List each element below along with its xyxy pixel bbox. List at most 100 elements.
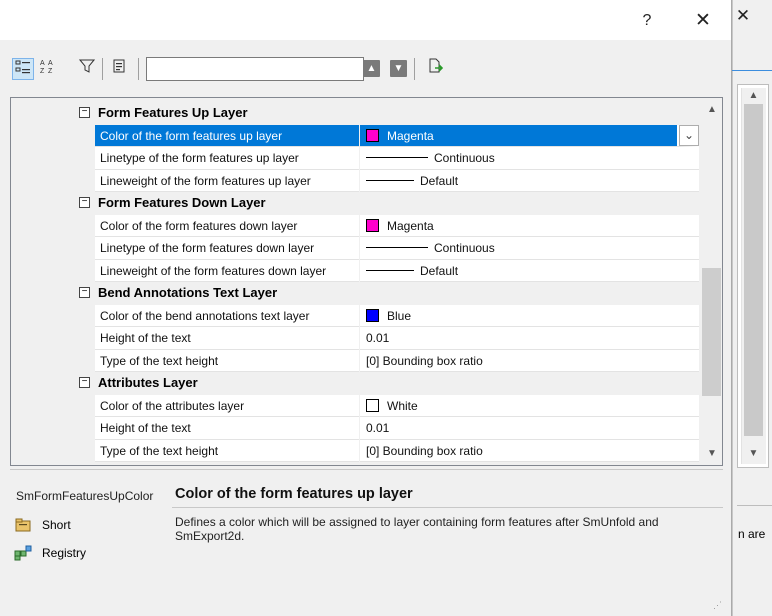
property-value[interactable]: Continuous: [360, 237, 699, 260]
background-separator: [737, 505, 772, 506]
property-value-text: Continuous: [434, 151, 495, 165]
category-row[interactable]: − Form Features Up Layer: [11, 102, 699, 125]
property-row[interactable]: Color of the attributes layer White: [11, 394, 699, 417]
background-close-icon[interactable]: ✕: [733, 6, 753, 26]
description-text: Defines a color which will be assigned t…: [175, 515, 659, 543]
property-value[interactable]: Default: [360, 169, 699, 192]
property-value-text: Magenta: [387, 128, 434, 143]
property-name[interactable]: Height of the text: [95, 417, 359, 440]
property-value[interactable]: White: [360, 394, 699, 417]
property-row[interactable]: Height of the text 0.01: [11, 327, 699, 350]
property-row[interactable]: Type of the text height [0] Bounding box …: [11, 439, 699, 462]
short-name-icon[interactable]: [14, 517, 32, 533]
property-value-text: White: [387, 398, 418, 413]
svg-text:Z: Z: [40, 68, 45, 74]
category-row[interactable]: − Bend Annotations Text Layer: [11, 282, 699, 305]
search-input[interactable]: [146, 57, 364, 81]
property-value[interactable]: Default: [360, 259, 699, 282]
background-scroll-down-icon[interactable]: ▼: [741, 446, 766, 462]
property-value[interactable]: Blue: [360, 304, 699, 327]
property-name[interactable]: Color of the attributes layer: [95, 394, 359, 417]
help-button[interactable]: ?: [624, 9, 670, 33]
property-value[interactable]: [0] Bounding box ratio: [360, 349, 699, 372]
color-swatch: [366, 218, 379, 232]
background-scroll-thumb[interactable]: [744, 104, 763, 436]
svg-text:A: A: [40, 60, 45, 67]
description-title-underline: [172, 507, 723, 508]
toolbar-separator: [102, 58, 103, 80]
property-row[interactable]: Lineweight of the form features up layer…: [11, 169, 699, 192]
description-separator: [10, 469, 723, 470]
property-row[interactable]: Linetype of the form features down layer…: [11, 237, 699, 260]
background-divider: [732, 70, 772, 71]
line-preview: [366, 179, 414, 181]
line-preview: [366, 247, 428, 248]
category-label: Bend Annotations Text Layer: [98, 285, 278, 300]
short-name-label[interactable]: Short: [42, 518, 71, 532]
property-value[interactable]: 0.01: [360, 327, 699, 350]
registry-label[interactable]: Registry: [42, 546, 86, 560]
property-value[interactable]: Continuous: [360, 147, 699, 170]
property-name[interactable]: Height of the text: [95, 327, 359, 350]
category-label: Form Features Down Layer: [98, 195, 266, 210]
property-value-text: 0.01: [366, 421, 390, 435]
property-name[interactable]: Lineweight of the form features up layer: [95, 169, 359, 192]
registry-icon[interactable]: [14, 545, 32, 561]
property-value[interactable]: Magenta: [360, 214, 699, 237]
scroll-down-icon[interactable]: ▼: [701, 446, 722, 462]
category-row[interactable]: − Form Features Down Layer: [11, 192, 699, 215]
category-label: Attributes Layer: [98, 375, 198, 390]
property-row[interactable]: Type of the text height [0] Bounding box …: [11, 349, 699, 372]
property-grid: − Form Features Up Layer Color of the form…: [10, 97, 723, 466]
property-name[interactable]: Lineweight of the form features down lay…: [95, 259, 359, 282]
categorized-view-icon[interactable]: [12, 58, 34, 80]
property-name[interactable]: Linetype of the form features up layer: [95, 147, 359, 170]
alphabetical-sort-icon[interactable]: AZAZ: [36, 58, 58, 80]
property-value[interactable]: [0] Bounding box ratio: [360, 439, 699, 462]
property-value-text: Continuous: [434, 241, 495, 255]
property-name[interactable]: Color of the form features down layer: [95, 214, 359, 237]
property-key: SmFormFeaturesUpColor: [16, 489, 154, 503]
property-value-text: Blue: [387, 308, 412, 323]
export-icon[interactable]: [424, 58, 446, 80]
background-scroll-up-icon[interactable]: ▲: [741, 88, 766, 104]
collapse-toggle-icon[interactable]: −: [79, 377, 90, 388]
color-swatch: [366, 308, 379, 322]
color-swatch: [366, 128, 379, 142]
collapse-toggle-icon[interactable]: −: [79, 197, 90, 208]
description-title: Color of the form features up layer: [175, 486, 413, 502]
property-name[interactable]: Type of the text height: [95, 349, 359, 372]
property-value-text: Magenta: [387, 218, 434, 233]
properties-dialog: ? ✕ AZAZ ▲ ▼ − Form Features Up Layer Colo…: [0, 0, 732, 616]
background-text: n are: [738, 527, 766, 541]
previous-arrow-icon[interactable]: ▲: [363, 60, 380, 77]
property-name[interactable]: Color of the bend annotations text layer: [95, 304, 359, 327]
color-dropdown-button[interactable]: ⌄: [679, 125, 699, 146]
collapse-toggle-icon[interactable]: −: [79, 287, 90, 298]
scroll-up-icon[interactable]: ▲: [701, 102, 722, 118]
property-row[interactable]: Color of the form features up layer Magen…: [11, 124, 699, 147]
scroll-thumb[interactable]: [702, 268, 721, 396]
property-row[interactable]: Height of the text 0.01: [11, 417, 699, 440]
property-value[interactable]: 0.01: [360, 417, 699, 440]
resize-grip-icon[interactable]: ⋰: [713, 600, 727, 614]
property-value-text: [0] Bounding box ratio: [366, 353, 483, 368]
toolbar-separator: [414, 58, 415, 80]
filter-icon[interactable]: [76, 58, 98, 80]
toolbar-separator: [138, 58, 139, 80]
property-name[interactable]: Color of the form features up layer: [95, 124, 359, 147]
collapse-toggle-icon[interactable]: −: [79, 107, 90, 118]
property-pages-icon[interactable]: [108, 58, 130, 80]
close-button[interactable]: ✕: [680, 9, 726, 33]
property-row[interactable]: Color of the form features down layer Mag…: [11, 214, 699, 237]
property-row[interactable]: Linetype of the form features up layer Co…: [11, 147, 699, 170]
title-bar: [0, 0, 731, 40]
next-arrow-icon[interactable]: ▼: [390, 60, 407, 77]
property-value[interactable]: Magenta: [360, 124, 699, 147]
property-value-text: Default: [420, 263, 459, 278]
property-row[interactable]: Lineweight of the form features down lay…: [11, 259, 699, 282]
property-row[interactable]: Color of the bend annotations text layer…: [11, 304, 699, 327]
category-row[interactable]: − Attributes Layer: [11, 372, 699, 395]
property-name[interactable]: Type of the text height: [95, 439, 359, 462]
property-name[interactable]: Linetype of the form features down layer: [95, 237, 359, 260]
